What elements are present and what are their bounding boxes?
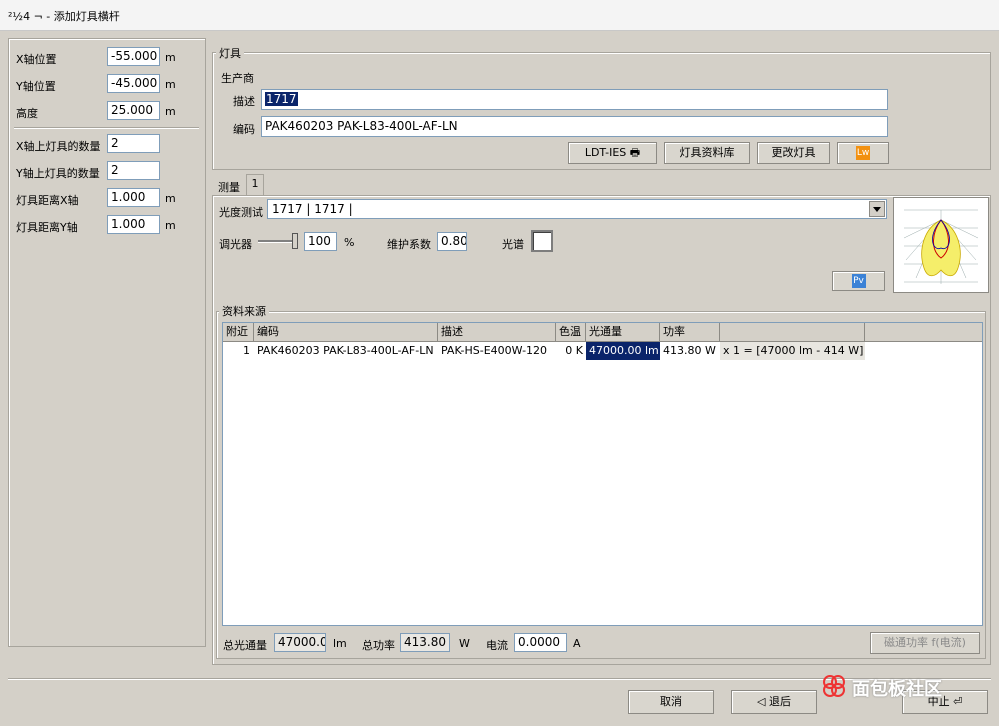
cell-cct: 0 K xyxy=(565,344,583,357)
total-flux-unit: lm xyxy=(333,637,347,650)
position-panel xyxy=(8,38,206,647)
photometry-label: 光度测试 xyxy=(219,206,263,219)
current-input[interactable]: 0.0000 xyxy=(514,633,567,652)
description-label: 描述 xyxy=(233,95,255,108)
pv-icon: Pv xyxy=(851,274,866,288)
total-power-label: 总功率 xyxy=(362,639,395,652)
photometry-select[interactable]: 1717 | 1717 | xyxy=(267,199,887,219)
x-position-label: X轴位置 xyxy=(16,53,57,66)
x-position-input[interactable]: -55.000 xyxy=(107,47,160,66)
lw-button[interactable]: Lw xyxy=(837,142,889,164)
x-position-unit: m xyxy=(165,51,176,64)
code-label: 编码 xyxy=(233,123,255,136)
maintenance-input[interactable]: 0.80 xyxy=(437,232,467,251)
y-position-label: Y轴位置 xyxy=(16,80,56,93)
current-unit: A xyxy=(573,637,581,650)
dimmer-unit: % xyxy=(344,236,355,249)
photometric-diagram[interactable] xyxy=(893,197,989,293)
luminaire-library-button[interactable]: 灯具资料库 xyxy=(664,142,750,164)
tab-measure-label[interactable]: 测量 xyxy=(218,179,240,195)
total-power-unit: W xyxy=(459,637,470,650)
total-flux-value: 47000.00 xyxy=(274,633,326,652)
x-count-label: X轴上灯具的数量 xyxy=(16,140,101,153)
lw-icon: Lw xyxy=(856,146,870,160)
total-flux-label: 总光通量 xyxy=(223,639,267,652)
flux-power-function-button[interactable]: 磁通功率 f(电流) xyxy=(870,632,980,654)
chevron-down-icon[interactable] xyxy=(869,201,885,217)
dimmer-input[interactable]: 100 xyxy=(304,232,337,251)
col-header-desc[interactable]: 描述 xyxy=(438,323,556,342)
cell-desc: PAK-HS-E400W-120 xyxy=(441,344,548,357)
back-button[interactable]: ◁ 退后 xyxy=(731,690,817,714)
dimmer-label: 调光器 xyxy=(219,238,252,251)
height-unit: m xyxy=(165,105,176,118)
cell-formula: x 1 = [47000 lm - 414 W] xyxy=(720,342,865,360)
description-input[interactable]: 1717 xyxy=(261,89,888,110)
manufacturer-label: 生产商 xyxy=(221,72,254,85)
current-label: 电流 xyxy=(486,639,508,652)
col-header-formula[interactable] xyxy=(720,323,865,342)
col-header-code[interactable]: 编码 xyxy=(254,323,438,342)
back-button-label: 退后 xyxy=(768,695,791,708)
col-header-index[interactable]: 附近 xyxy=(223,323,254,342)
y-count-input[interactable]: 2 xyxy=(107,161,160,180)
photometry-value: 1717 | 1717 | xyxy=(272,202,353,216)
spectrum-label: 光谱 xyxy=(502,238,524,251)
left-separator xyxy=(14,127,199,129)
pv-button[interactable]: Pv xyxy=(832,271,885,291)
cell-code: PAK460203 PAK-L83-400L-AF-LN xyxy=(257,344,434,357)
y-spacing-input[interactable]: 1.000 xyxy=(107,215,160,234)
maintenance-label: 维护系数 xyxy=(387,238,431,251)
x-spacing-label: 灯具距离X轴 xyxy=(16,194,79,207)
watermark-logo-icon xyxy=(822,674,846,698)
title-bar: ²½4 ¬ - 添加灯具横杆 xyxy=(0,0,999,31)
cell-index: 1 xyxy=(243,344,250,357)
dimmer-slider-thumb[interactable] xyxy=(292,233,298,249)
y-spacing-unit: m xyxy=(165,219,176,232)
source-group-title: 资料来源 xyxy=(219,303,269,319)
printer-icon: 🖶 xyxy=(629,146,641,159)
y-position-unit: m xyxy=(165,78,176,91)
y-spacing-label: 灯具距离Y轴 xyxy=(16,221,78,234)
y-count-label: Y轴上灯具的数量 xyxy=(16,167,100,180)
height-label: 高度 xyxy=(16,107,38,120)
luminaire-group-title: 灯具 xyxy=(216,45,244,61)
enter-icon: ⏎ xyxy=(953,695,963,708)
code-input[interactable]: PAK460203 PAK-L83-400L-AF-LN xyxy=(261,116,888,137)
y-position-input[interactable]: -45.000 xyxy=(107,74,160,93)
x-spacing-input[interactable]: 1.000 xyxy=(107,188,160,207)
total-power-value: 413.80 xyxy=(400,633,450,652)
cell-power: 413.80 W xyxy=(663,344,716,357)
window-title: ²½4 ¬ - 添加灯具横杆 xyxy=(8,10,120,23)
spectrum-checkbox[interactable] xyxy=(531,230,553,252)
watermark-text: 面包板社区 xyxy=(852,679,942,700)
col-header-cct[interactable]: 色温 xyxy=(556,323,586,342)
cancel-button[interactable]: 取消 xyxy=(628,690,714,714)
ldt-ies-button[interactable]: LDT-IES 🖶 xyxy=(568,142,657,164)
cell-flux[interactable]: 47000.00 lm xyxy=(586,342,660,360)
height-input[interactable]: 25.000 xyxy=(107,101,160,120)
source-table[interactable]: 附近 编码 描述 色温 光通量 功率 1 PAK460203 PAK-L83-4… xyxy=(222,322,983,626)
polar-diagram-icon xyxy=(903,209,979,284)
col-header-power[interactable]: 功率 xyxy=(660,323,720,342)
description-selected-text: 1717 xyxy=(265,92,298,106)
x-count-input[interactable]: 2 xyxy=(107,134,160,153)
x-spacing-unit: m xyxy=(165,192,176,205)
table-row[interactable]: 1 PAK460203 PAK-L83-400L-AF-LN PAK-HS-E4… xyxy=(223,342,865,360)
col-header-filler xyxy=(865,323,982,342)
col-header-flux[interactable]: 光通量 xyxy=(586,323,660,342)
tab-1[interactable]: 1 xyxy=(246,174,264,196)
change-luminaire-button[interactable]: 更改灯具 xyxy=(757,142,830,164)
chevron-left-icon: ◁ xyxy=(757,695,766,708)
ldt-ies-label: LDT-IES xyxy=(584,146,627,159)
